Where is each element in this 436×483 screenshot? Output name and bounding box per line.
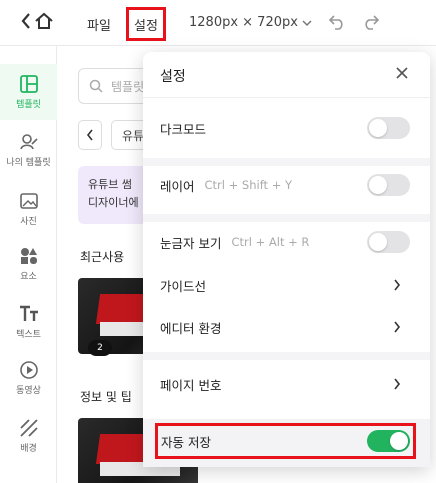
layer-toggle[interactable] [367,174,410,196]
close-icon[interactable] [395,66,409,80]
canvas-size-dropdown[interactable]: 1280px × 720px [189,15,312,30]
layer-row[interactable]: 레이어 Ctrl + Shift + Y [143,167,430,203]
top-bar: 파일 설정 1280px × 720px [0,0,436,46]
toggle-knob [390,432,408,450]
dark-mode-label: 다크모드 [160,121,207,137]
category-prev-button[interactable] [78,120,102,150]
guides-row[interactable]: 가이드선 [143,267,430,303]
sidebar-item-elements[interactable]: 요소 [0,246,57,282]
chevron-right-icon [394,321,401,333]
chevron-right-icon [394,279,401,291]
divider [143,158,430,166]
settings-menu[interactable]: 설정 [126,7,166,41]
page-number-label: 페이지 번호 [160,377,222,393]
toggle-knob [369,233,387,251]
toggle-knob [369,176,387,194]
background-icon [19,419,38,437]
sidebar-item-video[interactable]: 동영상 [0,360,57,396]
editor-env-label: 에디터 환경 [160,320,222,336]
guides-label: 가이드선 [160,278,207,294]
left-sidebar: 템플릿 나의 템플릿 사진 요소 텍스트 동영상 배경 [0,46,57,483]
sidebar-item-text[interactable]: 텍스트 [0,304,57,340]
recent-section-title: 최근사용 [80,250,125,264]
chevron-left-icon [86,129,93,141]
elements-icon [20,248,37,264]
autosave-label: 자동 저장 [161,435,211,450]
template-icon [19,75,38,93]
sidebar-item-background[interactable]: 배경 [0,418,57,454]
settings-menu-label: 설정 [134,18,158,34]
undo-icon[interactable] [328,13,346,31]
sidebar-item-label: 텍스트 [16,330,41,340]
back-home-button[interactable] [20,11,54,31]
sidebar-item-my-template[interactable]: 나의 템플릿 [0,132,57,168]
ruler-shortcut: Ctrl + Alt + R [231,235,310,249]
photo-icon [19,193,38,209]
sidebar-item-label: 나의 템플릿 [6,158,51,168]
sidebar-item-label: 동영상 [16,386,41,396]
redo-icon[interactable] [362,13,380,31]
my-template-icon [19,134,38,150]
dark-mode-toggle[interactable] [367,117,410,139]
sidebar-item-label: 배경 [20,444,37,454]
toggle-knob [369,119,387,137]
ruler-toggle[interactable] [367,231,410,253]
layer-shortcut: Ctrl + Shift + Y [204,178,293,192]
sidebar-item-photo[interactable]: 사진 [0,191,57,227]
popup-title: 설정 [160,69,186,85]
text-icon [19,305,38,321]
settings-popup: 설정 다크모드 레이어 Ctrl + Shift + Y 눈금자 보기 Ctrl… [143,52,430,467]
category-chip-label: 유튜 [122,128,145,143]
canvas-size-label: 1280px × 720px [189,15,298,30]
chevron-right-icon [394,378,401,390]
editor-env-row[interactable]: 에디터 환경 [143,309,430,345]
dark-mode-row[interactable]: 다크모드 [143,110,430,146]
sidebar-item-label: 요소 [20,272,37,282]
ruler-label: 눈금자 보기 [160,235,222,251]
page-number-row[interactable]: 페이지 번호 [143,366,430,402]
search-placeholder: 템플릿 [111,79,145,94]
chevron-down-icon [302,19,312,26]
divider [143,214,430,222]
chevron-left-icon [21,13,30,29]
info-section-title: 정보 및 팁 [80,390,132,404]
video-play-icon [19,361,38,379]
home-icon [35,12,53,29]
layer-label: 레이어 [160,178,195,194]
divider [143,352,430,360]
sidebar-item-template[interactable]: 템플릿 [0,64,57,120]
ruler-row[interactable]: 눈금자 보기 Ctrl + Alt + R [143,224,430,260]
sidebar-item-label: 사진 [20,217,37,227]
sidebar-item-label: 템플릿 [16,100,41,110]
settings-popup-header: 설정 [143,52,430,98]
page-count-badge: 2 [88,340,112,356]
file-menu[interactable]: 파일 [87,15,111,34]
search-icon [89,79,103,93]
autosave-row[interactable]: 자동 저장 [155,423,416,459]
autosave-toggle[interactable] [367,430,410,452]
